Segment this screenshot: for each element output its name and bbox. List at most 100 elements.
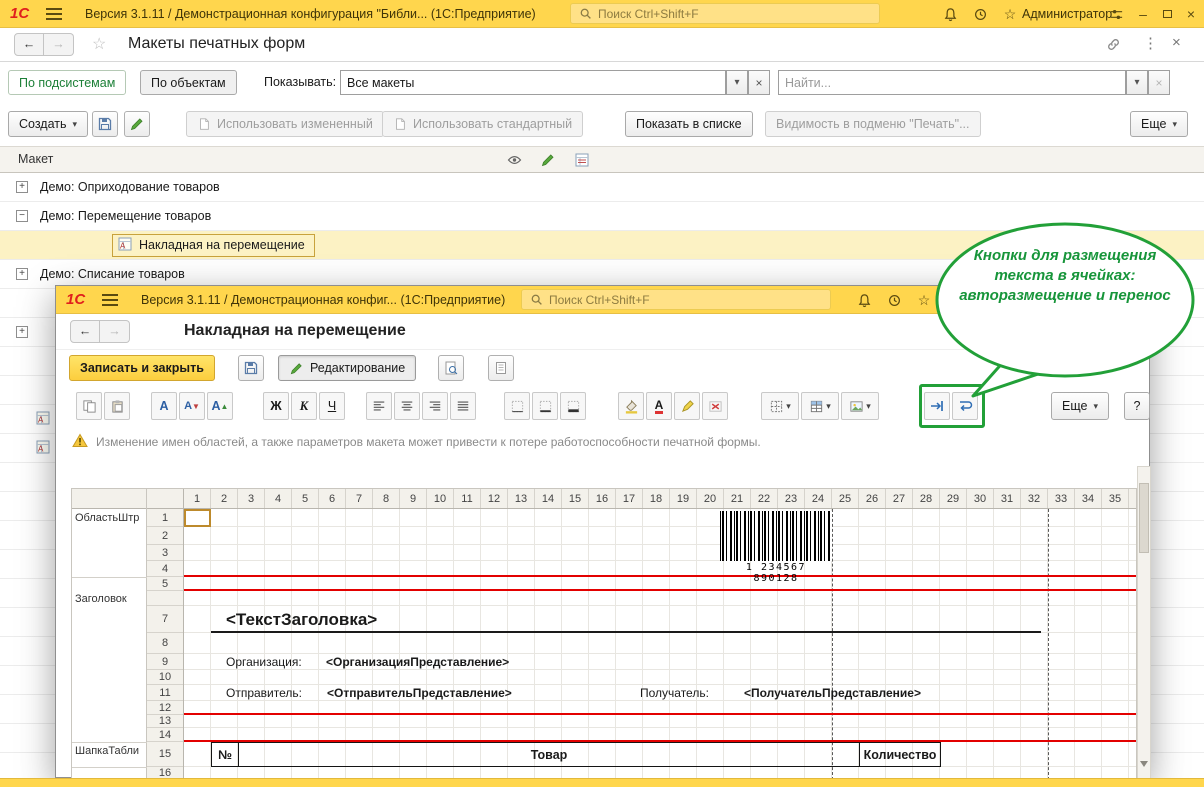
main-menu-icon[interactable] bbox=[102, 294, 118, 306]
text-color-button[interactable]: А bbox=[646, 392, 672, 420]
sheet-row[interactable] bbox=[184, 633, 1137, 654]
sheet-column-header[interactable]: 23 bbox=[778, 489, 805, 508]
cells-appearance-menu-button[interactable]: ▾ bbox=[801, 392, 839, 420]
sheet-row[interactable] bbox=[184, 545, 1137, 561]
cell-title-text[interactable]: <ТекстЗаголовка> bbox=[226, 606, 377, 633]
section-name[interactable]: Заголовок bbox=[75, 593, 145, 605]
cell-org-value[interactable]: <ОрганизацияПредставление> bbox=[326, 654, 509, 670]
sheet-row-header[interactable]: 11 bbox=[147, 685, 183, 701]
sheet-column-header[interactable]: 35 bbox=[1102, 489, 1129, 508]
scroll-down-icon[interactable] bbox=[1140, 767, 1148, 775]
active-cell-cursor[interactable] bbox=[184, 509, 211, 527]
sheet-column-header[interactable]: 28 bbox=[913, 489, 940, 508]
sheet-column-header[interactable]: 5 bbox=[292, 489, 319, 508]
decrease-font-button[interactable]: А▼ bbox=[179, 392, 205, 420]
cell-number-header[interactable]: № bbox=[211, 742, 239, 767]
sheet-row[interactable] bbox=[184, 527, 1137, 545]
sheet-column-header[interactable]: 7 bbox=[346, 489, 373, 508]
show-filter-combobox[interactable]: Все макеты bbox=[340, 70, 726, 95]
show-in-list-button[interactable]: Показать в списке bbox=[625, 111, 753, 137]
close-page-button[interactable]: × bbox=[1172, 34, 1181, 51]
sheet-column-header[interactable]: 36 bbox=[1129, 489, 1137, 508]
sheet-row-header[interactable]: 10 bbox=[147, 670, 183, 685]
underline-button[interactable]: Ч bbox=[319, 392, 345, 420]
vertical-scrollbar[interactable] bbox=[1137, 466, 1151, 779]
sheet-column-header[interactable]: 6 bbox=[319, 489, 346, 508]
sheet-row-header[interactable]: 15 bbox=[147, 742, 183, 767]
global-search-input[interactable]: Поиск Ctrl+Shift+F bbox=[521, 289, 831, 310]
column-header-template[interactable]: Макет bbox=[18, 152, 53, 166]
align-center-button[interactable] bbox=[394, 392, 420, 420]
current-user[interactable]: Администратор bbox=[1022, 7, 1112, 21]
sheet-column-header[interactable]: 25 bbox=[832, 489, 859, 508]
get-link-icon[interactable] bbox=[1105, 36, 1122, 56]
cell-receiver-label[interactable]: Получатель: bbox=[640, 685, 709, 701]
show-filter-dropdown-icon[interactable]: ▾ bbox=[726, 70, 748, 95]
page-setup-button[interactable] bbox=[488, 355, 514, 381]
cell-qty-header[interactable]: Количество bbox=[859, 742, 941, 767]
sheet-column-header[interactable]: 27 bbox=[886, 489, 913, 508]
favorites-star-icon[interactable]: ☆ bbox=[1000, 5, 1020, 23]
forward-button[interactable]: → bbox=[44, 33, 74, 56]
expand-icon[interactable]: + bbox=[16, 268, 28, 280]
notifications-bell-icon[interactable] bbox=[854, 291, 874, 309]
expand-icon[interactable]: + bbox=[16, 181, 28, 193]
main-menu-icon[interactable] bbox=[46, 8, 62, 20]
font-button[interactable]: А bbox=[151, 392, 177, 420]
sheet-row-header[interactable]: 5 bbox=[147, 577, 183, 591]
fill-color-button[interactable] bbox=[618, 392, 644, 420]
sheet-row-header[interactable]: 14 bbox=[147, 728, 183, 742]
sheet-column-header[interactable]: 10 bbox=[427, 489, 454, 508]
sheet-row-header[interactable] bbox=[147, 591, 183, 606]
borders-menu-button[interactable]: ▾ bbox=[761, 392, 799, 420]
sheet-column-header[interactable]: 14 bbox=[535, 489, 562, 508]
tab-by-subsystems[interactable]: По подсистемам bbox=[8, 70, 126, 95]
clear-format-button[interactable] bbox=[702, 392, 728, 420]
sheet-column-header[interactable]: 31 bbox=[994, 489, 1021, 508]
sheet-column-header[interactable]: 30 bbox=[967, 489, 994, 508]
page-menu-kebab-icon[interactable]: ⋮ bbox=[1143, 34, 1158, 52]
bold-button[interactable]: Ж bbox=[263, 392, 289, 420]
collapse-icon[interactable]: − bbox=[16, 210, 28, 222]
sheet-row[interactable] bbox=[184, 670, 1137, 685]
use-modified-button[interactable]: Использовать измененный bbox=[186, 111, 384, 137]
highlight-color-button[interactable] bbox=[674, 392, 700, 420]
sheet-column-header[interactable]: 34 bbox=[1075, 489, 1102, 508]
notifications-bell-icon[interactable] bbox=[940, 5, 960, 23]
sheet-row-header[interactable]: 13 bbox=[147, 715, 183, 728]
sheet-row-header[interactable]: 12 bbox=[147, 701, 183, 715]
sheet-column-header[interactable]: 33 bbox=[1048, 489, 1075, 508]
border-medium-button[interactable] bbox=[532, 392, 558, 420]
copy-button[interactable] bbox=[76, 392, 102, 420]
scroll-up-icon[interactable] bbox=[1140, 471, 1148, 479]
sheet-column-header[interactable]: 13 bbox=[508, 489, 535, 508]
sheet-column-header[interactable]: 24 bbox=[805, 489, 832, 508]
sheet-row[interactable] bbox=[184, 509, 1137, 527]
minimize-button[interactable]: – bbox=[1132, 4, 1154, 24]
sheet-column-header[interactable]: 12 bbox=[481, 489, 508, 508]
forward-button[interactable]: → bbox=[100, 320, 130, 343]
modified-pencil-icon[interactable] bbox=[540, 152, 556, 171]
sheet-column-header[interactable]: 1 bbox=[184, 489, 211, 508]
standard-template-icon[interactable] bbox=[574, 152, 590, 171]
sheet-row[interactable] bbox=[184, 591, 1137, 606]
save-button[interactable] bbox=[238, 355, 264, 381]
find-input[interactable]: Найти... bbox=[778, 70, 1126, 95]
cell-goods-header[interactable]: Товар bbox=[238, 742, 860, 767]
border-thin-button[interactable] bbox=[504, 392, 530, 420]
global-search-input[interactable]: Поиск Ctrl+Shift+F bbox=[570, 3, 880, 24]
more-button[interactable]: Еще▾ bbox=[1130, 111, 1188, 137]
favorite-page-star-icon[interactable]: ☆ bbox=[92, 34, 106, 54]
find-dropdown-icon[interactable]: ▾ bbox=[1126, 70, 1148, 95]
sheet-column-header[interactable]: 4 bbox=[265, 489, 292, 508]
list-row-group[interactable]: + Демо: Оприходование товаров bbox=[0, 173, 1204, 202]
sheet-row-header[interactable]: 3 bbox=[147, 545, 183, 561]
sheet-column-header[interactable]: 20 bbox=[697, 489, 724, 508]
scrollbar-thumb[interactable] bbox=[1139, 483, 1149, 553]
create-button[interactable]: Создать▾ bbox=[8, 111, 88, 137]
sheet-row[interactable] bbox=[184, 715, 1137, 728]
sheet-column-header[interactable]: 22 bbox=[751, 489, 778, 508]
sheet-row-header[interactable]: 4 bbox=[147, 561, 183, 577]
tab-by-objects[interactable]: По объектам bbox=[140, 70, 237, 95]
edit-template-button[interactable] bbox=[124, 111, 150, 137]
